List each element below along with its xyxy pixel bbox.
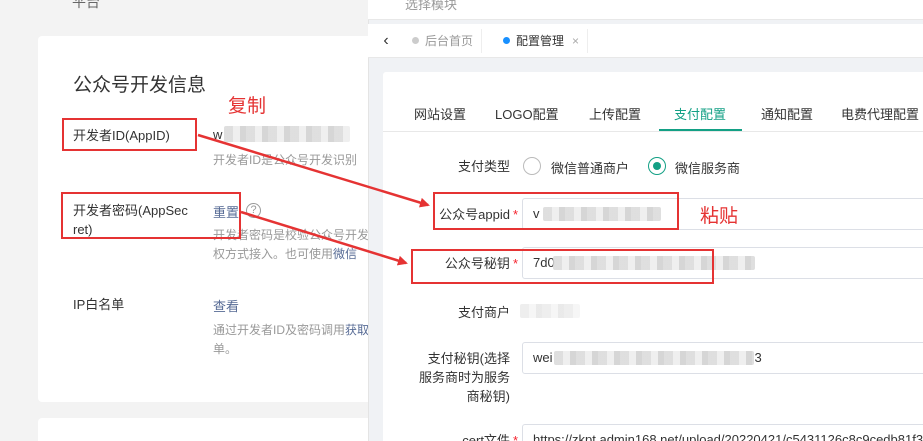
annotation-arrows: [197, 133, 430, 266]
arrow-secret: [240, 210, 408, 266]
arrow-appid: [197, 133, 430, 208]
